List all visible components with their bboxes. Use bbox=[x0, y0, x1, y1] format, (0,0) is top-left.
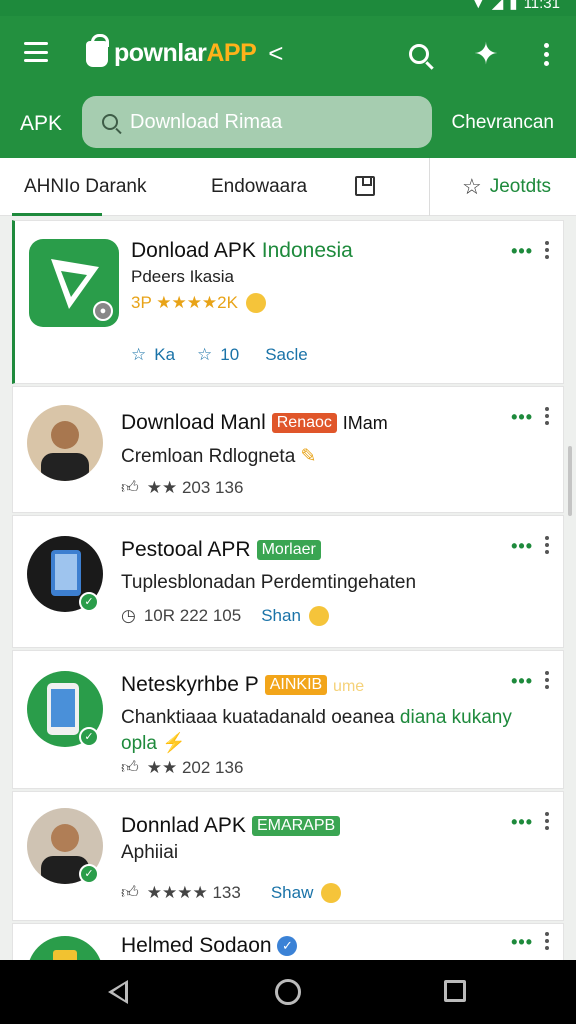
card-subtitle: Pdeers Ikasia bbox=[131, 267, 234, 286]
overflow-menu-icon[interactable] bbox=[545, 812, 549, 830]
card-subtitle: Aphiiai bbox=[121, 842, 179, 863]
list-item[interactable]: ● Donload APK Indonesia Pdeers Ikasia 3P… bbox=[12, 220, 564, 384]
search-row: APK Chevrancan bbox=[0, 92, 576, 158]
status-badge: EMARAPB bbox=[251, 816, 341, 837]
share-link[interactable]: Sacle bbox=[265, 345, 308, 365]
verified-icon: ✓ bbox=[79, 727, 99, 747]
pencil-icon: ✎ bbox=[300, 446, 317, 467]
bookmark-icon[interactable] bbox=[355, 176, 375, 196]
thumbs-up-icon[interactable]: 👍︎ bbox=[121, 757, 139, 778]
card-actions: ☆ Ka ☆ 10 Sacle bbox=[131, 345, 308, 365]
card-rating: 3P ★★★★2K bbox=[131, 293, 266, 313]
chevron-left-icon[interactable]: < bbox=[268, 38, 283, 69]
status-icons: ▼ ◢ ▮ 11:31 bbox=[471, 0, 560, 12]
status-badge: Morlaer bbox=[256, 540, 321, 561]
system-nav-bar bbox=[0, 960, 576, 1024]
tab-bar: AHNIo Darank Endowaara ☆ Jeotdts bbox=[0, 158, 576, 216]
tab-featured-label: Jeotdts bbox=[489, 176, 551, 197]
emoji-icon bbox=[321, 882, 342, 903]
overflow-menu-icon[interactable] bbox=[545, 241, 549, 259]
list-item[interactable]: Helmed Sodaon ✓ ••• bbox=[12, 923, 564, 960]
leaf-icon: ⚡ bbox=[162, 733, 186, 754]
clock-icon: ◷ bbox=[121, 606, 136, 625]
status-badge: AINKIB bbox=[264, 675, 328, 696]
app-thumbnail bbox=[27, 936, 103, 960]
card-title: Donload APK Indonesia bbox=[131, 239, 353, 262]
card-meta: 👍︎ ★★★★ 133 Shaw bbox=[121, 882, 342, 903]
menu-icon[interactable] bbox=[24, 42, 48, 62]
search-icon[interactable] bbox=[403, 38, 435, 70]
more-dots-icon[interactable]: ••• bbox=[511, 241, 533, 262]
thumbs-up-icon[interactable]: 👍︎ bbox=[121, 477, 139, 498]
search-icon bbox=[102, 114, 118, 130]
card-meta: 👍︎ ★★ 202 136 bbox=[121, 757, 244, 778]
search-box[interactable] bbox=[82, 96, 432, 148]
share-link[interactable]: Shaw bbox=[271, 883, 314, 903]
emoji-icon bbox=[245, 293, 266, 313]
badge-icon[interactable]: ✦ bbox=[470, 38, 502, 71]
card-title: Helmed Sodaon ✓ bbox=[121, 934, 298, 958]
avatar bbox=[27, 405, 103, 481]
tab-active[interactable]: AHNIo Darank bbox=[24, 176, 147, 198]
card-subtitle-line2: opla ⚡ bbox=[121, 733, 186, 754]
app-list[interactable]: ● Donload APK Indonesia Pdeers Ikasia 3P… bbox=[0, 216, 576, 960]
recent-apps-icon[interactable] bbox=[444, 980, 466, 1002]
card-title: Pestooal APR Morlaer bbox=[121, 538, 321, 562]
list-item[interactable]: ✓ Donnlad APK EMARAPB Aphiiai 👍︎ ★★★★ 133 S… bbox=[12, 791, 564, 921]
overflow-menu-icon[interactable] bbox=[545, 407, 549, 425]
overflow-menu-icon[interactable] bbox=[545, 536, 549, 554]
overflow-menu-icon[interactable] bbox=[545, 671, 549, 689]
card-subtitle: Tuplesblonadan Perdemtingehaten bbox=[121, 572, 417, 593]
thumbs-up-icon[interactable]: 👍︎ bbox=[121, 882, 139, 903]
emoji-icon bbox=[308, 606, 329, 626]
logo-text: pownlarAPP bbox=[114, 39, 257, 67]
verified-icon: ✓ bbox=[79, 592, 99, 612]
search-input[interactable] bbox=[130, 110, 410, 134]
signal-icon: ◢ bbox=[491, 0, 504, 12]
more-dots-icon[interactable]: ••• bbox=[511, 932, 533, 953]
card-meta: 👍︎ ★★ 203 136 bbox=[121, 477, 244, 498]
card-subtitle: Cremloan Rdlogneta ✎ bbox=[121, 446, 317, 467]
battery-icon: ▮ bbox=[509, 0, 518, 12]
card-meta: ◷ 10R 222 105 Shan bbox=[121, 606, 329, 626]
app-logo: pownlarAPP < bbox=[86, 33, 283, 69]
card-title: Donnlad APK EMARAPB bbox=[121, 814, 341, 838]
verified-icon: ● bbox=[93, 301, 113, 321]
list-item[interactable]: ✓ Neteskyrhbe P AINKIB ume Chanktiaaa kua… bbox=[12, 650, 564, 789]
tab-featured[interactable]: ☆ Jeotdts bbox=[462, 174, 551, 200]
more-dots-icon[interactable]: ••• bbox=[511, 671, 533, 692]
verified-badge-icon: ✓ bbox=[277, 936, 298, 957]
overflow-menu-icon[interactable] bbox=[545, 932, 549, 950]
status-badge: Renaoc bbox=[271, 413, 337, 434]
card-title: Download Manl Renaoc IMam bbox=[121, 411, 388, 434]
star-outline-icon[interactable]: ☆ bbox=[197, 345, 212, 365]
card-title: Neteskyrhbe P AINKIB ume bbox=[121, 673, 365, 696]
status-bar: ▼ ◢ ▮ 11:31 bbox=[0, 0, 576, 16]
verified-icon: ✓ bbox=[79, 864, 99, 884]
app-icon: ● bbox=[29, 239, 119, 327]
scrollbar[interactable] bbox=[568, 446, 572, 516]
star-icon: ☆ bbox=[462, 174, 482, 199]
home-icon[interactable] bbox=[275, 979, 301, 1005]
share-link[interactable]: Shan bbox=[261, 606, 301, 626]
back-icon[interactable] bbox=[108, 980, 128, 1004]
shopping-bag-icon bbox=[86, 33, 109, 67]
card-subtitle: Chanktiaaa kuatadanald oeanea diana kuka… bbox=[121, 707, 512, 728]
status-time: 11:31 bbox=[523, 0, 560, 12]
more-dots-icon[interactable]: ••• bbox=[511, 536, 533, 557]
list-item[interactable]: ✓ Pestooal APR Morlaer Tuplesblonadan Per… bbox=[12, 515, 564, 648]
wifi-icon: ▼ bbox=[470, 0, 486, 12]
overflow-menu-icon[interactable] bbox=[530, 38, 562, 70]
category-label[interactable]: Chevrancan bbox=[452, 112, 554, 134]
star-outline-icon[interactable]: ☆ bbox=[131, 345, 146, 365]
app-bar: pownlarAPP < ✦ bbox=[0, 16, 576, 92]
tab-divider bbox=[429, 158, 430, 216]
apk-filter-label[interactable]: APK bbox=[20, 112, 62, 136]
more-dots-icon[interactable]: ••• bbox=[511, 407, 533, 428]
more-dots-icon[interactable]: ••• bbox=[511, 812, 533, 833]
list-item[interactable]: Download Manl Renaoc IMam Cremloan Rdlogn… bbox=[12, 386, 564, 513]
tab-second[interactable]: Endowaara bbox=[211, 176, 307, 198]
